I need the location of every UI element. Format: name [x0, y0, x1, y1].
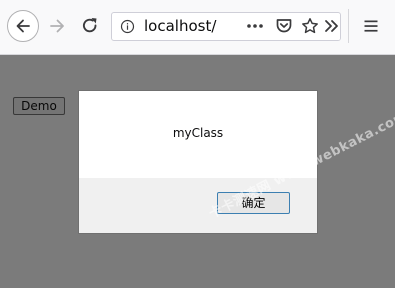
more-actions-icon[interactable] — [245, 18, 265, 34]
dialog-message: myClass — [172, 126, 224, 140]
browser-toolbar: localhost/ — [0, 0, 395, 55]
pocket-icon[interactable] — [275, 17, 293, 35]
back-button[interactable] — [7, 10, 39, 42]
bookmark-star-icon[interactable] — [301, 17, 319, 35]
url-text: localhost/ — [144, 17, 217, 35]
toolbar-separator — [348, 9, 349, 43]
alert-dialog: myClass 确定 — [78, 90, 318, 234]
site-info-icon[interactable] — [120, 19, 135, 34]
forward-arrow-icon[interactable] — [48, 16, 68, 36]
overflow-chevron-icon[interactable] — [323, 18, 341, 34]
hamburger-menu-icon[interactable] — [363, 18, 379, 34]
back-arrow-icon — [16, 19, 30, 33]
reload-icon[interactable] — [80, 16, 100, 36]
